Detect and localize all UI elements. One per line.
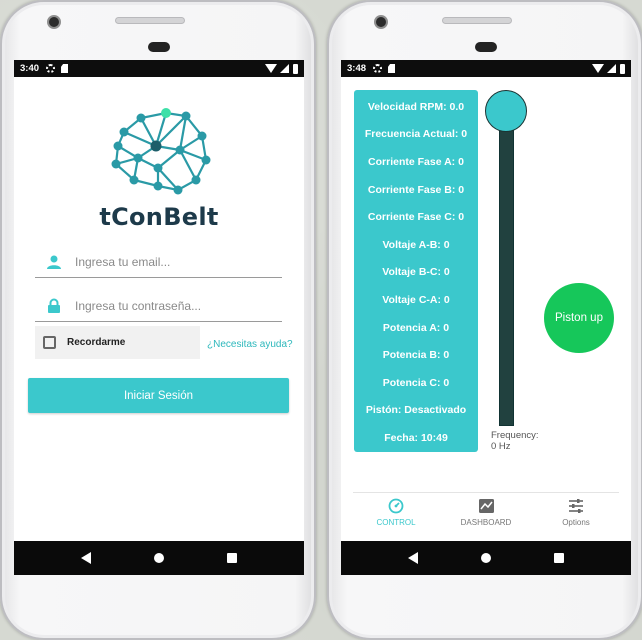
nav-options-label: Options — [562, 518, 590, 527]
gauge-icon — [388, 498, 404, 514]
home-icon[interactable] — [153, 553, 164, 563]
nav-dashboard[interactable]: DASHBOARD — [443, 493, 529, 540]
speaker-grille — [115, 17, 185, 24]
settings-status-icon — [46, 64, 56, 73]
status-right-icons — [592, 63, 625, 74]
phone-control: 3:48 Velocidad RPM: 0.0 Frecuencia Actua… — [327, 0, 642, 640]
reading-date: Fecha: 10:49 — [384, 431, 448, 444]
frequency-slider-track[interactable] — [499, 106, 514, 426]
remember-checkbox[interactable] — [43, 336, 56, 349]
frequency-label: Frequency: — [491, 430, 539, 441]
speaker-grille — [442, 17, 512, 24]
reading-voltage-ab: Voltaje A-B: 0 — [382, 238, 450, 251]
status-bar: 3:40 — [14, 60, 304, 77]
password-field[interactable] — [35, 290, 282, 322]
back-icon[interactable] — [407, 552, 418, 564]
bottom-navigation: CONTROL DASHBOARD Options — [353, 492, 619, 540]
sdcard-icon — [388, 64, 396, 73]
signal-icon — [607, 64, 616, 73]
battery-icon — [620, 63, 625, 74]
frequency-readout: Frequency: 0 Hz — [491, 430, 539, 452]
login-screen: 3:40 tConBelt Ingresa tu email... Record… — [14, 60, 304, 575]
reading-power-a: Potencia A: 0 — [382, 321, 450, 334]
user-icon — [45, 254, 63, 270]
status-time: 3:40 — [20, 63, 40, 74]
remember-me[interactable]: Recordarme — [35, 326, 200, 359]
wifi-icon — [265, 64, 277, 73]
nav-control-label: CONTROL — [376, 518, 416, 527]
readings-panel: Velocidad RPM: 0.0 Frecuencia Actual: 0 … — [354, 90, 478, 452]
earpiece — [148, 42, 170, 52]
recents-icon[interactable] — [227, 553, 238, 563]
nav-dashboard-label: DASHBOARD — [460, 518, 512, 527]
status-bar: 3:48 — [341, 60, 631, 77]
sliders-icon — [569, 499, 583, 513]
earpiece — [475, 42, 497, 52]
reading-power-c: Potencia C: 0 — [382, 376, 450, 389]
reading-current-b: Corriente Fase B: 0 — [367, 183, 465, 196]
login-button[interactable]: Iniciar Sesión — [28, 378, 289, 413]
chart-icon — [478, 499, 494, 513]
help-link[interactable]: ¿Necesitas ayuda? — [207, 339, 293, 350]
back-icon[interactable] — [80, 552, 91, 564]
home-icon[interactable] — [480, 553, 491, 563]
nav-options[interactable]: Options — [533, 493, 619, 540]
recents-icon[interactable] — [554, 553, 565, 563]
piston-up-button[interactable]: Piston up — [544, 283, 614, 353]
android-nav-bar — [341, 541, 631, 575]
wifi-icon — [592, 64, 604, 73]
status-right-icons — [265, 63, 298, 74]
frequency-slider-thumb[interactable] — [485, 90, 527, 132]
remember-label: Recordarme — [67, 337, 126, 348]
front-camera — [47, 15, 61, 29]
reading-power-b: Potencia B: 0 — [382, 349, 450, 362]
brain-network-logo-icon — [111, 108, 211, 195]
android-nav-bar — [14, 541, 304, 575]
email-input[interactable] — [75, 254, 265, 269]
settings-status-icon — [373, 64, 383, 73]
status-time: 3:48 — [347, 63, 367, 74]
reading-current-a: Corriente Fase A: 0 — [368, 155, 464, 168]
lock-icon — [45, 298, 63, 314]
brand-name: tConBelt — [99, 203, 219, 231]
battery-icon — [293, 63, 298, 74]
email-field[interactable] — [35, 246, 282, 278]
reading-current-c: Corriente Fase C: 0 — [367, 211, 465, 224]
password-input[interactable] — [75, 298, 265, 313]
reading-voltage-ca: Voltaje C-A: 0 — [382, 293, 450, 306]
frequency-value: 0 Hz — [491, 441, 511, 452]
reading-piston: Pistón: Desactivado — [365, 404, 467, 417]
front-camera — [374, 15, 388, 29]
nav-control[interactable]: CONTROL — [353, 493, 439, 540]
sdcard-icon — [61, 64, 69, 73]
signal-icon — [280, 64, 289, 73]
reading-voltage-bc: Voltaje B-C: 0 — [382, 266, 450, 279]
phone-login: 3:40 tConBelt Ingresa tu email... Record… — [0, 0, 316, 640]
control-screen: 3:48 Velocidad RPM: 0.0 Frecuencia Actua… — [341, 60, 631, 575]
reading-rpm: Velocidad RPM: 0.0 — [367, 100, 465, 113]
reading-frequency: Frecuencia Actual: 0 — [364, 128, 468, 141]
